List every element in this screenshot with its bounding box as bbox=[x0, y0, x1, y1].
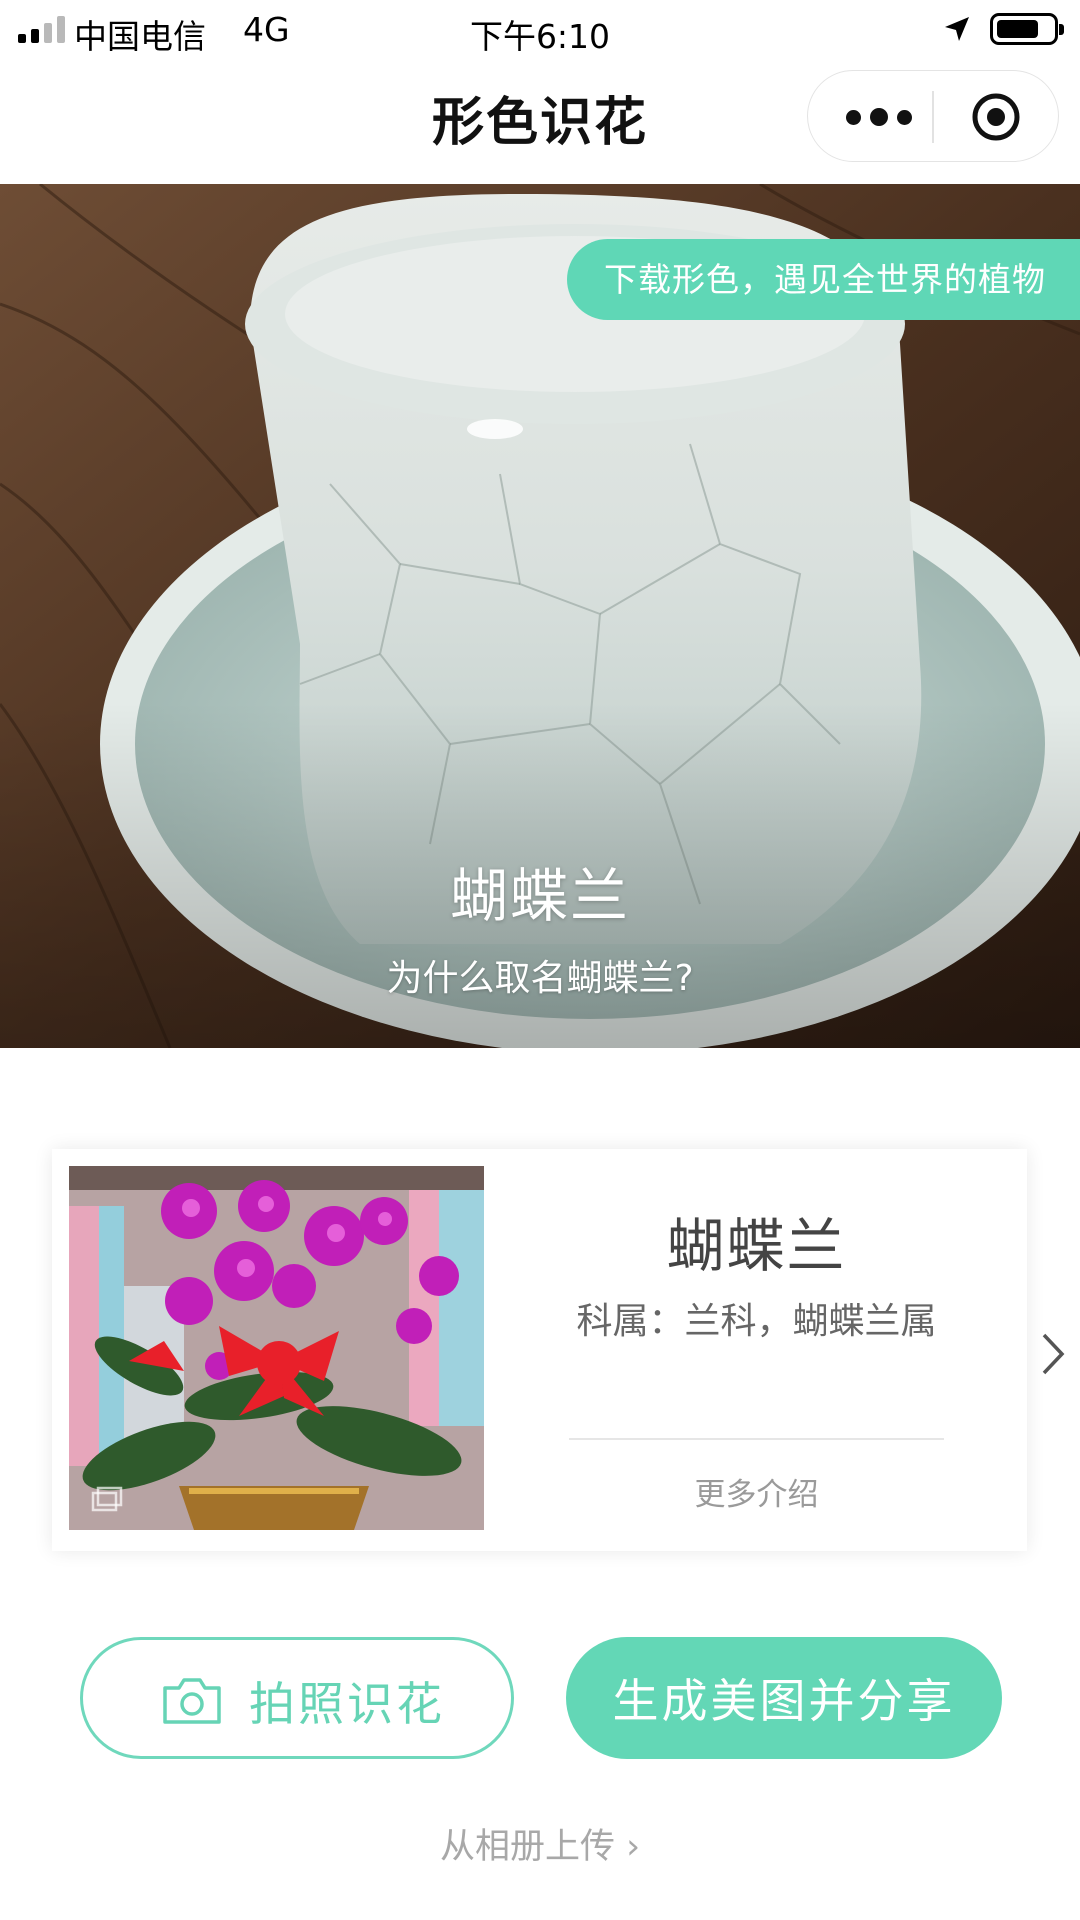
close-target-icon[interactable] bbox=[970, 91, 1022, 143]
gallery-icon bbox=[91, 1486, 123, 1512]
mini-program-capsule bbox=[807, 70, 1059, 162]
app-page: 中国电信 4G 下午6:10 形色识花 下载形色，遇见全世界的植物 蝴蝶兰 为什… bbox=[0, 0, 1080, 1920]
capsule-divider bbox=[932, 91, 934, 143]
status-bar: 中国电信 4G 下午6:10 bbox=[0, 0, 1080, 60]
chevron-right-icon[interactable] bbox=[1040, 1331, 1066, 1377]
orchid-image bbox=[69, 1166, 484, 1530]
result-card[interactable]: 蝴蝶兰 科属：兰科，蝴蝶兰属 更多介绍 bbox=[52, 1149, 1027, 1551]
battery-icon bbox=[990, 13, 1064, 45]
nav-bar: 形色识花 bbox=[0, 60, 1080, 184]
orchid-photo[interactable] bbox=[69, 1166, 484, 1530]
download-app-banner[interactable]: 下载形色，遇见全世界的植物 bbox=[567, 239, 1080, 320]
more-dots-icon[interactable] bbox=[846, 101, 912, 133]
plant-name: 蝴蝶兰 bbox=[666, 1212, 847, 1280]
share-label: 生成美图并分享 bbox=[612, 1674, 956, 1728]
location-arrow-icon bbox=[945, 17, 969, 41]
hero-subtitle[interactable]: 为什么取名蝴蝶兰? bbox=[0, 949, 1080, 1001]
plant-family: 科属：兰科，蝴蝶兰属 bbox=[576, 1301, 937, 1342]
more-intro-link[interactable]: 更多介绍 bbox=[567, 1469, 946, 1514]
upload-from-album-link[interactable]: 从相册上传 › bbox=[0, 1818, 1080, 1869]
take-photo-label: 拍照识花 bbox=[249, 1677, 445, 1731]
take-photo-button[interactable]: 拍照识花 bbox=[80, 1637, 514, 1759]
camera-icon bbox=[163, 1678, 221, 1724]
hero-title: 蝴蝶兰 bbox=[449, 862, 630, 930]
card-divider bbox=[569, 1438, 944, 1440]
status-time: 下午6:10 bbox=[469, 17, 611, 56]
share-button[interactable]: 生成美图并分享 bbox=[566, 1637, 1002, 1759]
hero-banner[interactable]: 下载形色，遇见全世界的植物 蝴蝶兰 为什么取名蝴蝶兰? bbox=[0, 184, 1080, 1048]
